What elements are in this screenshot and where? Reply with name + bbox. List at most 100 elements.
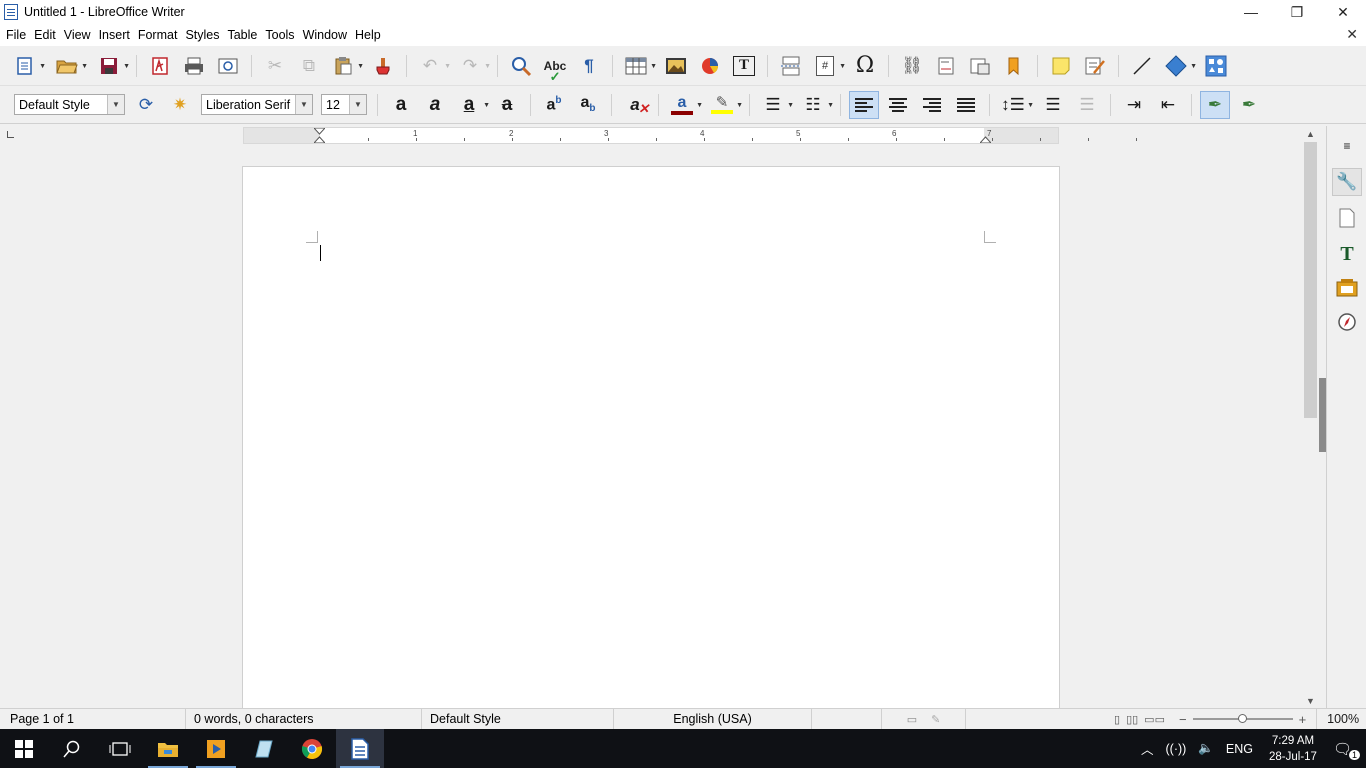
zoom-percentage[interactable]: 100%: [1316, 708, 1359, 730]
print-button[interactable]: [179, 52, 209, 80]
close-window-button[interactable]: ✕: [1320, 0, 1366, 24]
insert-comment-button[interactable]: [1046, 52, 1076, 80]
sidebar-navigator-button[interactable]: [1332, 308, 1362, 336]
chevron-down-icon[interactable]: ▼: [107, 95, 124, 114]
horizontal-ruler[interactable]: 1 2 3 4 5 6 7: [243, 127, 1137, 144]
bullet-list-button[interactable]: ☰ ▼: [758, 91, 794, 119]
paragraph-dialog-button[interactable]: ✒: [1234, 91, 1264, 119]
zoom-out-icon[interactable]: −: [1179, 712, 1187, 727]
update-style-button[interactable]: ⟳: [131, 91, 161, 119]
menu-file[interactable]: File: [2, 28, 30, 42]
minimize-button[interactable]: —: [1228, 0, 1274, 24]
chevron-down-icon[interactable]: ▼: [484, 63, 491, 70]
save-button[interactable]: ▼: [94, 52, 130, 80]
volume-icon[interactable]: 🔈: [1192, 741, 1220, 756]
underline-button[interactable]: a ▼: [454, 91, 490, 119]
cut-button[interactable]: ✂: [260, 52, 290, 80]
restore-button[interactable]: ❐: [1274, 0, 1320, 24]
sidebar-styles-button[interactable]: T: [1332, 240, 1362, 268]
chevron-down-icon[interactable]: ▼: [123, 63, 130, 70]
chevron-down-icon[interactable]: ▼: [696, 102, 703, 109]
chevron-down-icon[interactable]: ▼: [483, 102, 490, 109]
page-count[interactable]: Page 1 of 1: [0, 708, 186, 730]
clock[interactable]: 7:29 AM 28-Jul-17: [1259, 733, 1327, 765]
insert-page-break-button[interactable]: [776, 52, 806, 80]
justify-button[interactable]: [951, 91, 981, 119]
indent-marker-icon[interactable]: [314, 128, 325, 143]
close-document-button[interactable]: ✕: [1346, 26, 1358, 43]
open-button[interactable]: ▼: [52, 52, 88, 80]
menu-tools[interactable]: Tools: [261, 28, 298, 42]
font-name-combo[interactable]: Liberation Serif ▼: [201, 94, 313, 115]
sidebar-collapse-handle[interactable]: [1319, 378, 1326, 452]
menu-format[interactable]: Format: [134, 28, 182, 42]
sidebar-page-button[interactable]: [1332, 204, 1362, 232]
multi-page-view-icon[interactable]: ▯▯: [1126, 713, 1138, 726]
insert-endnote-button[interactable]: [965, 52, 995, 80]
insert-footnote-button[interactable]: [931, 52, 961, 80]
insert-bookmark-button[interactable]: [999, 52, 1029, 80]
language[interactable]: English (USA): [614, 708, 812, 730]
input-language[interactable]: ENG: [1220, 742, 1259, 756]
menu-help[interactable]: Help: [351, 28, 385, 42]
drawing-functions-button[interactable]: [1201, 52, 1231, 80]
clone-formatting-button[interactable]: [368, 52, 398, 80]
chevron-down-icon[interactable]: ▼: [81, 63, 88, 70]
insert-special-character-button[interactable]: Ω: [850, 52, 880, 80]
sidebar-toggle-button[interactable]: ✒: [1200, 90, 1230, 119]
insert-hyperlink-button[interactable]: ⛓: [897, 52, 927, 80]
line-spacing-button[interactable]: ↕☰ ▼: [998, 91, 1034, 119]
menu-table[interactable]: Table: [223, 28, 261, 42]
insert-line-button[interactable]: [1127, 52, 1157, 80]
chevron-down-icon[interactable]: ▼: [787, 102, 794, 109]
clear-formatting-button[interactable]: a ✕: [620, 91, 650, 119]
tab-stop-selector[interactable]: [7, 131, 14, 138]
page-style[interactable]: Default Style: [422, 708, 614, 730]
word-count[interactable]: 0 words, 0 characters: [186, 708, 422, 730]
insert-table-button[interactable]: ▼: [621, 52, 657, 80]
insert-text-box-button[interactable]: T: [729, 52, 759, 80]
formatting-marks-button[interactable]: ¶: [574, 52, 604, 80]
zoom-slider[interactable]: [1192, 714, 1293, 723]
chevron-down-icon[interactable]: ▼: [1190, 63, 1197, 70]
new-document-button[interactable]: ▼: [10, 52, 46, 80]
chevron-down-icon[interactable]: ▼: [827, 102, 834, 109]
insert-mode[interactable]: [812, 708, 882, 730]
spelling-button[interactable]: Abc ✓: [540, 52, 570, 84]
align-right-button[interactable]: [917, 91, 947, 119]
export-pdf-button[interactable]: [145, 52, 175, 80]
font-color-button[interactable]: a ▼: [667, 91, 703, 119]
insert-chart-button[interactable]: [695, 52, 725, 80]
font-size-combo[interactable]: 12 ▼: [321, 94, 367, 115]
taskbar-libreoffice-writer[interactable]: [336, 729, 384, 768]
action-center-button[interactable]: 🗨 1: [1327, 740, 1366, 760]
task-view-button[interactable]: [96, 729, 144, 768]
single-page-view-icon[interactable]: ▯: [1114, 713, 1120, 726]
document-modified-icon[interactable]: ✎: [931, 713, 940, 726]
show-hidden-icons-chevron-up-icon[interactable]: ︿: [1135, 739, 1160, 758]
chevron-down-icon[interactable]: ▼: [736, 102, 743, 109]
increase-paragraph-spacing-button[interactable]: ☰: [1038, 91, 1068, 119]
print-preview-button[interactable]: [213, 52, 243, 80]
scrollbar-thumb[interactable]: [1304, 142, 1317, 418]
subscript-button[interactable]: ab: [573, 91, 603, 119]
sidebar-gallery-button[interactable]: [1332, 274, 1362, 302]
menu-styles[interactable]: Styles: [181, 28, 223, 42]
decrease-paragraph-spacing-button[interactable]: ☰: [1072, 91, 1102, 119]
redo-button[interactable]: ↷ ▼: [455, 52, 491, 80]
start-button[interactable]: [0, 729, 48, 768]
chevron-down-icon[interactable]: ▼: [357, 63, 364, 70]
find-replace-button[interactable]: [506, 52, 536, 80]
italic-button[interactable]: a: [420, 91, 450, 119]
numbered-list-button[interactable]: ☷ ▼: [798, 91, 834, 119]
selection-mode-icon[interactable]: ▭: [907, 713, 917, 726]
align-center-button[interactable]: [883, 91, 913, 119]
chevron-down-icon[interactable]: ▼: [1027, 102, 1034, 109]
insert-field-button[interactable]: # ▼: [810, 52, 846, 80]
menu-edit[interactable]: Edit: [30, 28, 60, 42]
zoom-in-icon[interactable]: +: [1299, 712, 1307, 727]
wifi-icon[interactable]: ((·)): [1160, 742, 1193, 756]
new-style-button[interactable]: ✷: [165, 91, 195, 119]
track-changes-button[interactable]: [1080, 52, 1110, 80]
sidebar-properties-button[interactable]: 🔧: [1332, 168, 1362, 196]
